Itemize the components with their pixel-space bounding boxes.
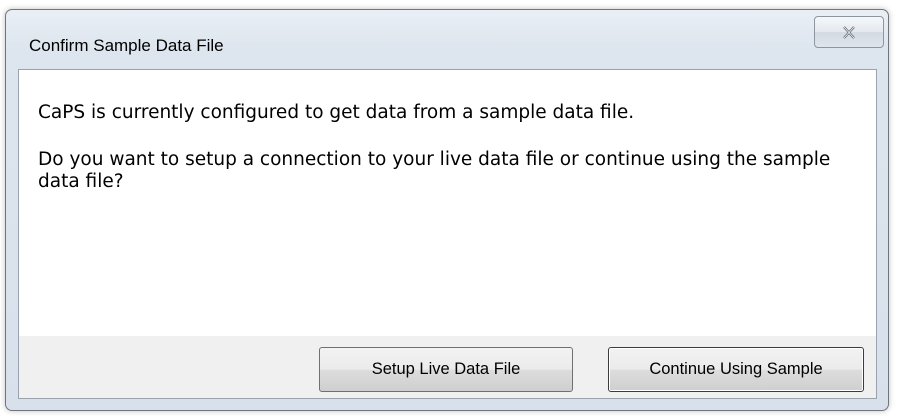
title-bar[interactable]: Confirm Sample Data File — [6, 10, 888, 70]
dialog-window: Confirm Sample Data File CaPS is current… — [5, 9, 889, 411]
close-button[interactable] — [814, 16, 884, 48]
message-line-1: CaPS is currently configured to get data… — [38, 102, 635, 123]
button-bar: Setup Live Data File Continue Using Samp… — [19, 336, 876, 398]
dialog-client-area: CaPS is currently configured to get data… — [18, 69, 877, 399]
message-line-2: Do you want to setup a connection to you… — [38, 149, 831, 192]
setup-live-data-file-button[interactable]: Setup Live Data File — [319, 347, 573, 392]
dialog-title: Confirm Sample Data File — [29, 36, 224, 55]
continue-using-sample-button[interactable]: Continue Using Sample — [608, 347, 864, 392]
message-area: CaPS is currently configured to get data… — [19, 70, 876, 336]
close-icon — [843, 25, 855, 39]
